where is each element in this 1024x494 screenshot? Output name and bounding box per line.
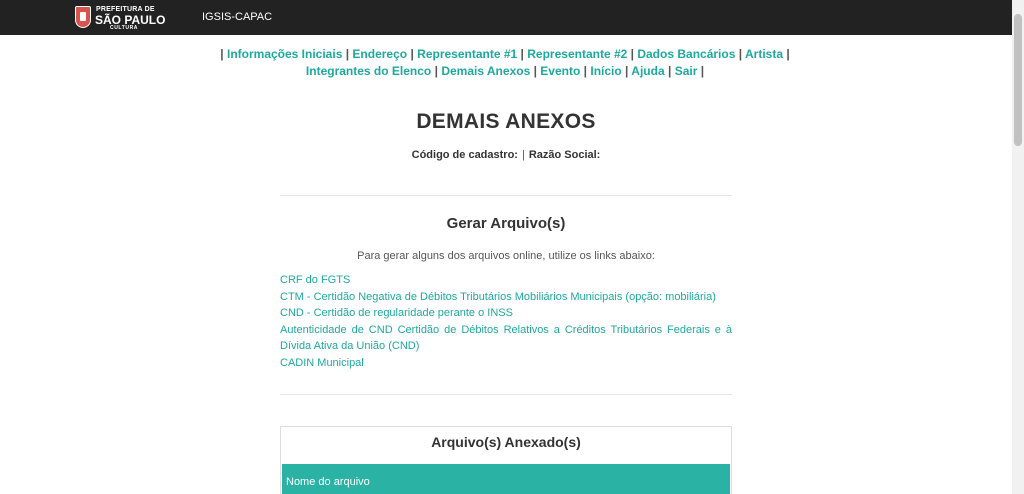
nav-separator: |	[410, 47, 414, 61]
link-ctm-certidao[interactable]: CTM - Certidão Negativa de Débitos Tribu…	[280, 289, 732, 306]
nav-separator: |	[625, 64, 629, 78]
nav-separator: |	[738, 47, 743, 61]
nav-link-inicio[interactable]: Início	[590, 64, 621, 78]
nav-link-ajuda[interactable]: Ajuda	[631, 64, 664, 78]
page-scrollbar[interactable]	[1012, 0, 1024, 494]
nav-link-endereco[interactable]: Endereço	[352, 47, 407, 61]
logo-line1: PREFEITURA DE	[96, 6, 155, 13]
arquivos-anexados-panel: Arquivo(s) Anexado(s) Nome do arquivo	[280, 426, 732, 494]
link-autenticidade-cnd[interactable]: Autenticidade de CND Certidão de Débitos…	[280, 322, 732, 355]
city-crest-icon	[75, 6, 91, 28]
nav-link-integrantes-elenco[interactable]: Integrantes do Elenco	[306, 64, 431, 78]
nav-link-evento[interactable]: Evento	[540, 64, 580, 78]
logo-line3: CULTURA	[110, 25, 138, 31]
app-name-link[interactable]: IGSIS-CAPAC	[202, 11, 272, 23]
prefeitura-logo[interactable]: PREFEITURA DE SÃO PAULO CULTURA	[75, 5, 165, 31]
link-cnd-inss[interactable]: CND - Certidão de regularidade perante o…	[280, 305, 732, 322]
nav-row-1: | Informações Iniciais | Endereço | Repr…	[220, 46, 790, 63]
nav-separator: |	[345, 47, 350, 61]
gerar-arquivos-links: CRF do FGTS CTM - Certidão Negativa de D…	[280, 272, 732, 371]
arquivos-anexados-title: Arquivo(s) Anexado(s)	[431, 434, 581, 450]
column-header-nome-arquivo: Nome do arquivo	[286, 476, 370, 488]
gerar-arquivos-title: Gerar Arquivo(s)	[446, 215, 566, 232]
razao-social-label: Razão Social:	[528, 149, 601, 161]
section-nav: | Informações Iniciais | Endereço | Repr…	[220, 46, 790, 80]
nav-link-sair[interactable]: Sair	[675, 64, 698, 78]
nav-link-demais-anexos[interactable]: Demais Anexos	[441, 64, 530, 78]
nav-separator: |	[667, 64, 672, 78]
nav-link-informacoes-iniciais[interactable]: Informações Iniciais	[227, 47, 342, 61]
nav-separator: |	[630, 47, 634, 61]
gerar-arquivos-intro: Para gerar alguns dos arquivos online, u…	[357, 250, 655, 262]
nav-separator: |	[520, 47, 524, 61]
nav-link-artista[interactable]: Artista	[745, 47, 783, 61]
nav-separator: |	[700, 64, 705, 78]
nav-separator: |	[786, 47, 790, 61]
nav-row-2: Integrantes do Elenco | Demais Anexos | …	[220, 63, 790, 80]
scrollbar-thumb[interactable]	[1014, 14, 1022, 146]
nav-separator: |	[220, 47, 224, 61]
link-cadin-municipal[interactable]: CADIN Municipal	[280, 355, 732, 372]
codigo-cadastro-label: Código de cadastro:	[411, 149, 518, 161]
nav-separator: |	[434, 64, 438, 78]
nav-separator: |	[583, 64, 588, 78]
nav-separator: |	[533, 64, 537, 78]
divider	[280, 195, 732, 196]
page-title: DEMAIS ANEXOS	[416, 110, 596, 133]
table-header: Nome do arquivo	[282, 464, 730, 494]
top-navbar: PREFEITURA DE SÃO PAULO CULTURA IGSIS-CA…	[0, 0, 1012, 35]
nav-link-representante-1[interactable]: Representante #1	[417, 47, 517, 61]
meta-separator: |	[521, 149, 525, 161]
divider	[280, 394, 732, 395]
nav-link-dados-bancarios[interactable]: Dados Bancários	[637, 47, 735, 61]
cadastro-info: Código de cadastro: | Razão Social:	[280, 149, 732, 161]
nav-link-representante-2[interactable]: Representante #2	[527, 47, 627, 61]
link-crf-fgts[interactable]: CRF do FGTS	[280, 272, 732, 289]
